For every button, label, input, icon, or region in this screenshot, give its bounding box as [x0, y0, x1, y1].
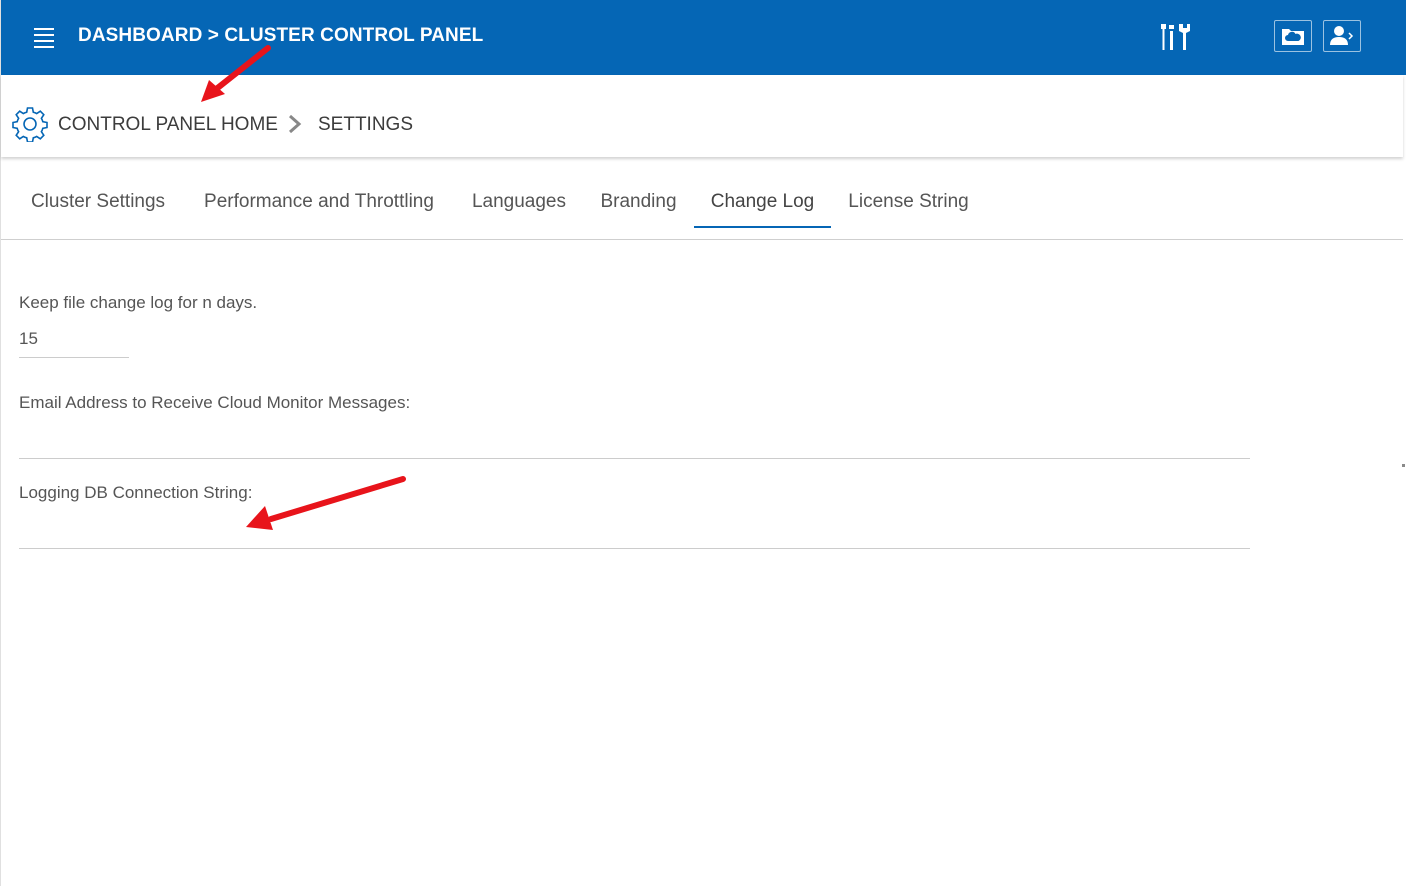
keep-log-days-label: Keep file change log for n days.	[19, 293, 258, 312]
email-address-underline	[19, 458, 1250, 459]
chevron-right-icon	[289, 115, 302, 133]
app-frame: DASHBOARD > CLUSTER CONTROL PANEL CONTRO…	[0, 0, 1406, 886]
cloud-folder-icon	[1282, 29, 1304, 45]
tab-change-log[interactable]: Change Log	[694, 165, 831, 228]
keep-log-days-input[interactable]: 15	[19, 329, 129, 355]
settings-tabs: Cluster Settings Performance and Throttl…	[1, 165, 1403, 240]
tools-icon[interactable]	[1159, 22, 1193, 52]
annotation-arrow-breadcrumb	[201, 45, 271, 102]
tab-branding[interactable]: Branding	[583, 165, 694, 228]
logging-db-label: Logging DB Connection String:	[19, 483, 253, 502]
tab-languages[interactable]: Languages	[455, 165, 583, 228]
tab-cluster-settings[interactable]: Cluster Settings	[13, 165, 183, 228]
annotation-arrow-db-field	[246, 476, 406, 530]
breadcrumb-current: SETTINGS	[318, 114, 414, 135]
logging-db-input[interactable]	[19, 515, 1250, 545]
cloud-folder-button[interactable]	[1274, 20, 1312, 52]
email-address-input[interactable]	[19, 425, 1250, 455]
user-icon	[1330, 26, 1354, 45]
hamburger-icon[interactable]	[34, 28, 54, 48]
scroll-indicator	[1402, 464, 1405, 467]
user-button[interactable]	[1323, 20, 1361, 52]
breadcrumb-home-link[interactable]: CONTROL PANEL HOME	[58, 114, 278, 136]
keep-log-days-underline	[19, 357, 129, 358]
email-address-label: Email Address to Receive Cloud Monitor M…	[19, 393, 411, 412]
logging-db-underline	[19, 548, 1250, 549]
gear-icon	[12, 107, 48, 142]
tab-license-string[interactable]: License String	[831, 165, 986, 228]
tab-performance-throttling[interactable]: Performance and Throttling	[183, 165, 455, 228]
